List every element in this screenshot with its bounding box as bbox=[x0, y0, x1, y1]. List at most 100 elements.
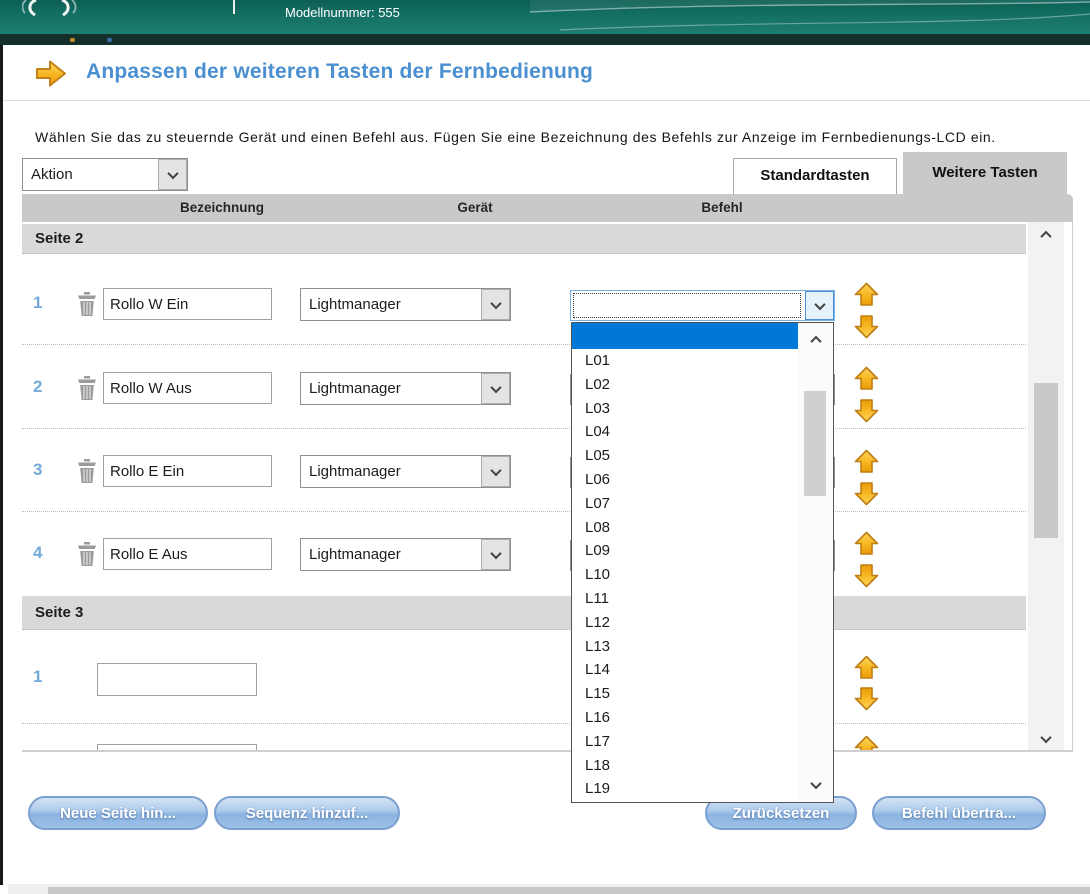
scrollbar-thumb[interactable] bbox=[804, 391, 826, 496]
command-option[interactable]: L16 bbox=[572, 706, 798, 730]
arrow-down-icon[interactable] bbox=[853, 563, 880, 588]
command-option[interactable]: L02 bbox=[572, 373, 798, 397]
label-input-partial[interactable] bbox=[97, 744, 257, 752]
column-geraet: Gerät bbox=[430, 200, 520, 215]
arrow-up-icon[interactable] bbox=[853, 735, 880, 752]
chevron-down-icon bbox=[805, 291, 834, 320]
column-befehl: Befehl bbox=[674, 200, 770, 215]
add-sequence-button[interactable]: Sequenz hinzuf... bbox=[214, 796, 400, 830]
arrow-up-icon[interactable] bbox=[853, 655, 880, 680]
command-option[interactable]: L08 bbox=[572, 516, 798, 540]
arrow-down-icon[interactable] bbox=[853, 398, 880, 423]
command-option[interactable]: L13 bbox=[572, 635, 798, 659]
horizontal-scrollbar[interactable] bbox=[8, 884, 1090, 894]
chevron-down-icon bbox=[158, 159, 187, 190]
row-number: 1 bbox=[33, 667, 57, 687]
command-select-open[interactable] bbox=[570, 290, 835, 321]
device-select[interactable]: Lightmanager bbox=[300, 372, 511, 405]
label-input[interactable] bbox=[103, 455, 272, 487]
label-input[interactable] bbox=[103, 372, 272, 404]
command-option[interactable]: L17 bbox=[572, 730, 798, 754]
command-option[interactable]: L07 bbox=[572, 492, 798, 516]
arrow-up-icon[interactable] bbox=[853, 366, 880, 391]
arrow-up-icon[interactable] bbox=[853, 449, 880, 474]
band-dot-blue bbox=[107, 38, 112, 42]
focus-outline bbox=[573, 293, 801, 318]
app-header: Modellnummer: 555 bbox=[0, 0, 1090, 34]
command-option[interactable] bbox=[572, 323, 798, 349]
command-option[interactable]: L11 bbox=[572, 587, 798, 611]
band-dot-orange bbox=[70, 38, 75, 42]
command-option[interactable]: L03 bbox=[572, 397, 798, 421]
table-body: Seite 2 1 Lightmanager 2 bbox=[22, 222, 1073, 752]
trash-icon[interactable] bbox=[76, 375, 98, 401]
arrow-down-icon[interactable] bbox=[853, 314, 880, 339]
table-header: Bezeichnung Gerät Befehl bbox=[22, 194, 1073, 222]
page-title: Anpassen der weiteren Tasten der Fernbed… bbox=[86, 60, 593, 84]
scroll-down-icon[interactable] bbox=[1028, 728, 1064, 750]
command-option[interactable]: L09 bbox=[572, 539, 798, 563]
command-option-list: L01L02L03L04L05L06L07L08L09L10L11L12L13L… bbox=[572, 323, 798, 801]
arrow-up-icon[interactable] bbox=[853, 531, 880, 556]
command-option[interactable]: L04 bbox=[572, 420, 798, 444]
scroll-up-icon[interactable] bbox=[798, 329, 833, 351]
tab-standardtasten[interactable]: Standardtasten bbox=[733, 158, 897, 194]
scrollbar-thumb[interactable] bbox=[1034, 383, 1058, 538]
command-option[interactable]: L19 bbox=[572, 777, 798, 801]
trash-icon[interactable] bbox=[76, 541, 98, 567]
trash-icon[interactable] bbox=[76, 458, 98, 484]
command-option[interactable]: L12 bbox=[572, 611, 798, 635]
scroll-up-icon[interactable] bbox=[1028, 224, 1064, 246]
row-number: 1 bbox=[33, 293, 57, 313]
arrow-down-icon[interactable] bbox=[853, 481, 880, 506]
label-input[interactable] bbox=[103, 288, 272, 320]
table-scrollbar[interactable] bbox=[1028, 222, 1064, 752]
chevron-down-icon bbox=[481, 289, 510, 320]
command-option[interactable]: L14 bbox=[572, 658, 798, 682]
new-page-button[interactable]: Neue Seite hin... bbox=[28, 796, 208, 830]
command-option[interactable]: L06 bbox=[572, 468, 798, 492]
command-option[interactable]: L05 bbox=[572, 444, 798, 468]
row-number: 2 bbox=[33, 377, 57, 397]
instruction-text: Wählen Sie das zu steuernde Gerät und ei… bbox=[35, 129, 996, 145]
chevron-down-icon bbox=[481, 539, 510, 570]
header-swoosh-decoration bbox=[530, 0, 1090, 34]
header-divider bbox=[233, 0, 235, 14]
chevron-down-icon bbox=[481, 456, 510, 487]
app-logo bbox=[22, 0, 102, 16]
device-select[interactable]: Lightmanager bbox=[300, 455, 511, 488]
app-window: Modellnummer: 555 Anpassen der weiteren … bbox=[0, 0, 1090, 894]
scroll-down-icon[interactable] bbox=[798, 774, 833, 796]
action-select[interactable]: Aktion bbox=[22, 158, 188, 191]
heading-divider bbox=[3, 100, 1090, 101]
command-option[interactable]: L15 bbox=[572, 682, 798, 706]
command-option[interactable]: L10 bbox=[572, 563, 798, 587]
device-select[interactable]: Lightmanager bbox=[300, 538, 511, 571]
command-option[interactable]: L18 bbox=[572, 754, 798, 778]
command-dropdown-list: L01L02L03L04L05L06L07L08L09L10L11L12L13L… bbox=[571, 322, 834, 803]
arrow-down-icon[interactable] bbox=[853, 686, 880, 711]
transfer-command-button[interactable]: Befehl übertra... bbox=[872, 796, 1046, 830]
arrow-up-icon[interactable] bbox=[853, 282, 880, 307]
dropdown-scrollbar[interactable] bbox=[798, 323, 833, 802]
column-bezeichnung: Bezeichnung bbox=[152, 200, 292, 215]
label-input[interactable] bbox=[97, 663, 257, 696]
row-separator bbox=[22, 344, 1026, 345]
horizontal-scrollbar-thumb[interactable] bbox=[48, 887, 1090, 894]
command-option[interactable]: L01 bbox=[572, 349, 798, 373]
row-separator bbox=[22, 723, 1026, 724]
chevron-down-icon bbox=[481, 373, 510, 404]
trash-icon[interactable] bbox=[76, 291, 98, 317]
section-header-seite3: Seite 3 bbox=[22, 596, 1026, 630]
tab-weitere-tasten[interactable]: Weitere Tasten bbox=[903, 152, 1067, 194]
model-number-label: Modellnummer: 555 bbox=[285, 5, 400, 20]
header-dark-band bbox=[0, 34, 1090, 45]
row-number: 3 bbox=[33, 460, 57, 480]
orange-arrow-icon bbox=[34, 58, 68, 89]
row-separator bbox=[22, 511, 1026, 512]
row-separator bbox=[22, 428, 1026, 429]
device-select[interactable]: Lightmanager bbox=[300, 288, 511, 321]
label-input[interactable] bbox=[103, 538, 272, 570]
window-left-edge bbox=[0, 45, 3, 885]
section-header-seite2: Seite 2 bbox=[22, 224, 1026, 254]
